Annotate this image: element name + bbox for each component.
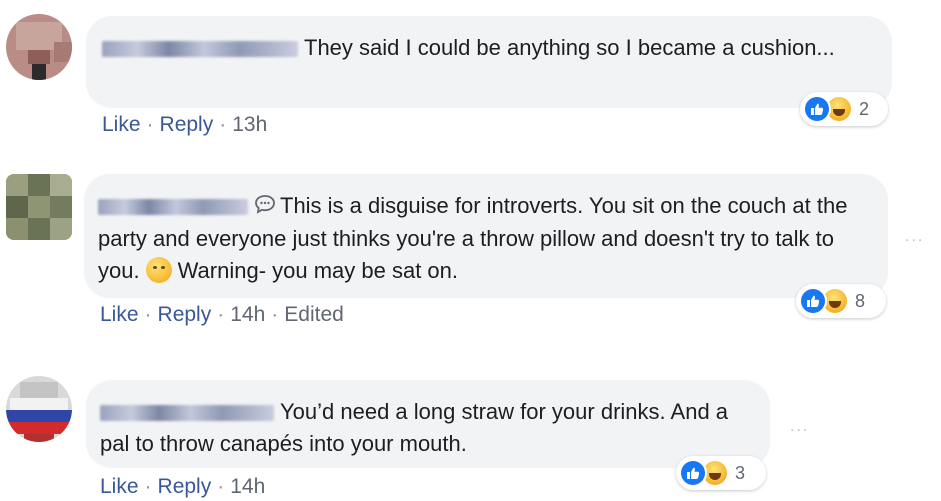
reply-link[interactable]: Reply [160, 113, 214, 136]
timestamp[interactable]: 13h [232, 113, 267, 136]
like-link[interactable]: Like [100, 475, 139, 498]
speech-bubble-icon [254, 191, 276, 223]
avatar[interactable] [6, 14, 72, 80]
avatar[interactable] [6, 376, 72, 442]
commenter-name-blurred[interactable] [98, 199, 248, 216]
comment-text: They said I could be anything so I becam… [304, 35, 835, 60]
reaction-summary[interactable]: 3 [676, 456, 766, 490]
avatar[interactable] [6, 174, 72, 240]
reaction-summary[interactable]: 8 [796, 284, 886, 318]
comment-2: This is a disguise for introverts. You s… [0, 160, 941, 350]
more-options-icon[interactable]: ... [790, 418, 809, 436]
thumbs-up-icon [803, 95, 831, 123]
timestamp[interactable]: 14h [230, 303, 265, 326]
comment-actions: Like · Reply · 13h [102, 113, 268, 136]
like-link[interactable]: Like [102, 113, 141, 136]
comment-bubble: This is a disguise for introverts. You s… [84, 174, 888, 298]
reaction-count: 8 [855, 290, 866, 311]
edited-label[interactable]: Edited [284, 303, 344, 326]
reply-link[interactable]: Reply [158, 303, 212, 326]
smirk-emoji-icon [145, 257, 172, 284]
comment-bubble: They said I could be anything so I becam… [86, 16, 892, 108]
reply-link[interactable]: Reply [158, 475, 212, 498]
comment-actions: Like · Reply · 14h · Edited [100, 303, 344, 326]
reaction-count: 3 [735, 462, 746, 483]
comment-text-continued: Warning- you may be sat on. [177, 258, 459, 284]
thumbs-up-icon [799, 287, 827, 315]
comment-bubble: You’d need a long straw for your drinks.… [86, 380, 770, 468]
comment-actions: Like · Reply · 14h [100, 475, 266, 498]
commenter-name-blurred[interactable] [100, 405, 274, 422]
like-link[interactable]: Like [100, 303, 139, 326]
reaction-count: 2 [859, 98, 870, 119]
reaction-summary[interactable]: 2 [800, 92, 888, 126]
thumbs-up-icon [679, 459, 707, 487]
commenter-name-blurred[interactable] [102, 41, 298, 58]
comment-3: You’d need a long straw for your drinks.… [0, 360, 941, 501]
timestamp[interactable]: 14h [230, 475, 265, 498]
comment-1: They said I could be anything so I becam… [0, 0, 941, 150]
more-options-icon[interactable]: ... [905, 228, 924, 246]
